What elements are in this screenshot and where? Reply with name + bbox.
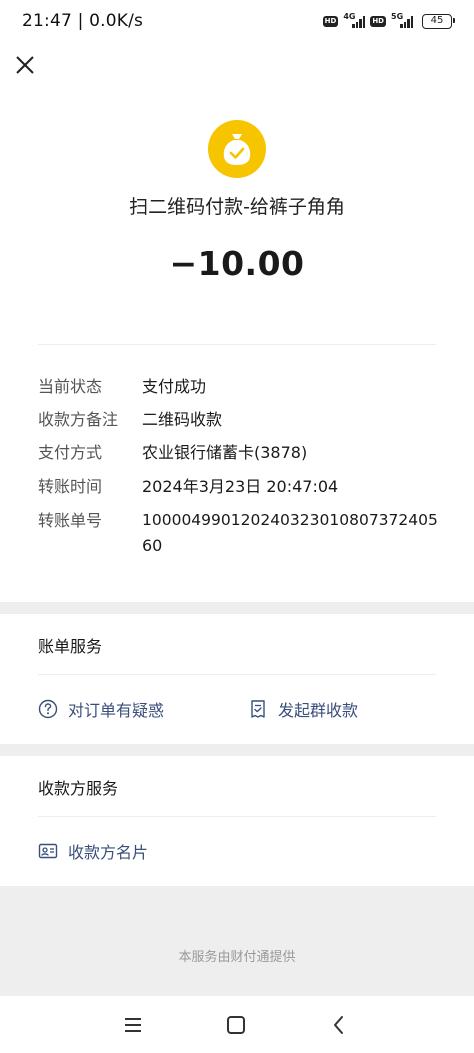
detail-value: 二维码收款 bbox=[142, 410, 223, 429]
status-indicators: HD 4G HD 5G 45 bbox=[322, 12, 455, 29]
money-bag-check-icon bbox=[208, 120, 266, 178]
section-gap bbox=[0, 602, 474, 614]
payee-card-link[interactable]: 收款方名片 bbox=[38, 839, 148, 863]
detail-value: 农业银行储蓄卡(3878) bbox=[142, 443, 308, 462]
signal-5g-icon: 5G bbox=[391, 12, 413, 28]
payee-service-title: 收款方服务 bbox=[38, 779, 119, 798]
footer-provider-text: 本服务由财付通提供 bbox=[178, 950, 296, 965]
close-icon[interactable] bbox=[10, 50, 40, 80]
detail-row-status: 当前状态 支付成功 bbox=[38, 374, 458, 399]
header bbox=[0, 44, 474, 90]
menu-icon[interactable] bbox=[118, 1010, 148, 1040]
detail-value: 100004990120240323010807372405 60 bbox=[142, 508, 442, 558]
order-question-link[interactable]: 对订单有疑惑 bbox=[38, 697, 164, 721]
detail-value: 2024年3月23日 20:47:04 bbox=[142, 477, 339, 496]
receipt-check-icon bbox=[248, 699, 268, 719]
footer bbox=[0, 886, 474, 996]
transfer-number-line-1: 100004990120240323010807372405 bbox=[142, 511, 438, 529]
question-circle-icon bbox=[38, 699, 58, 719]
signal-4g-icon: 4G bbox=[343, 12, 366, 28]
section-gap bbox=[0, 744, 474, 756]
hd-badge-2: HD bbox=[370, 15, 386, 27]
detail-row-transfer-time: 转账时间 2024年3月23日 20:47:04 bbox=[38, 474, 458, 499]
amount: −10.00 bbox=[169, 244, 305, 283]
order-question-label: 对订单有疑惑 bbox=[68, 701, 165, 720]
detail-key: 当前状态 bbox=[38, 377, 103, 396]
status-time-speed: 21:47 | 0.0K/s bbox=[22, 11, 144, 31]
detail-key: 转账单号 bbox=[38, 511, 103, 530]
detail-value: 支付成功 bbox=[142, 377, 207, 396]
divider bbox=[38, 816, 436, 817]
detail-row-transfer-number: 转账单号 100004990120240323010807372405 60 bbox=[38, 508, 458, 558]
system-nav-bar bbox=[0, 996, 474, 1053]
detail-key: 收款方备注 bbox=[38, 410, 119, 429]
divider bbox=[38, 344, 436, 345]
divider bbox=[38, 674, 436, 675]
group-collect-label: 发起群收款 bbox=[278, 701, 359, 720]
home-icon[interactable] bbox=[221, 1010, 251, 1040]
group-collect-link[interactable]: 发起群收款 bbox=[248, 697, 358, 721]
payee-card-label: 收款方名片 bbox=[68, 843, 149, 862]
detail-row-payee-note: 收款方备注 二维码收款 bbox=[38, 407, 458, 432]
page-title: 扫二维码付款-给裤子角角 bbox=[129, 196, 345, 218]
bill-service-title: 账单服务 bbox=[38, 637, 103, 656]
contact-card-icon bbox=[38, 841, 58, 861]
status-bar: 21:47 | 0.0K/s HD 4G HD 5G 45 bbox=[0, 0, 474, 42]
hd-badge: HD bbox=[322, 15, 339, 27]
back-icon[interactable] bbox=[324, 1010, 354, 1040]
battery-icon: 45 bbox=[422, 13, 455, 29]
detail-row-payment-method: 支付方式 农业银行储蓄卡(3878) bbox=[38, 440, 458, 465]
detail-key: 转账时间 bbox=[38, 477, 103, 496]
transfer-number-line-2: 60 bbox=[142, 536, 163, 555]
detail-key: 支付方式 bbox=[38, 443, 103, 462]
